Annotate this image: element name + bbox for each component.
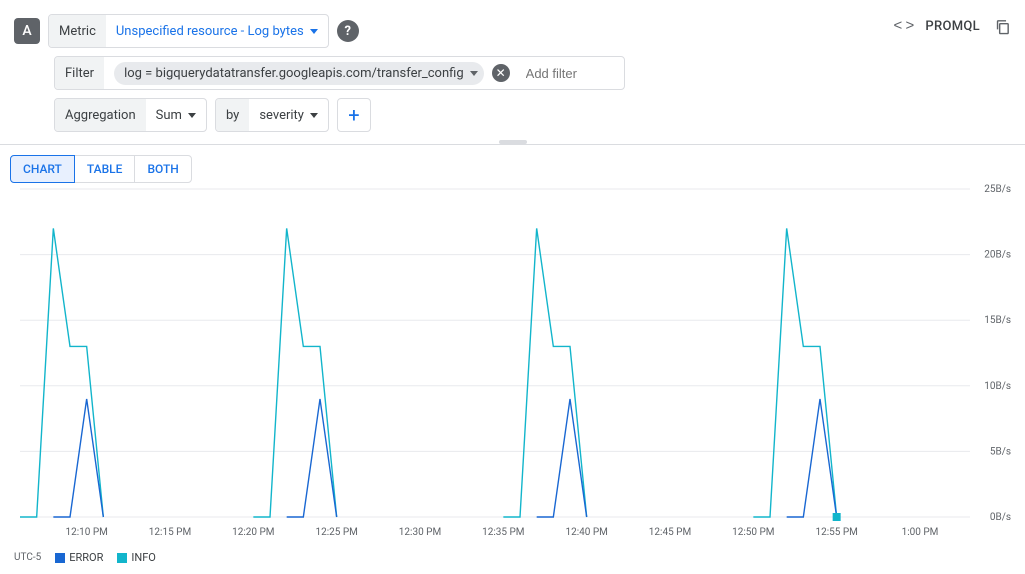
legend: UTC-5 ERROR INFO xyxy=(10,547,1015,564)
filter-chip[interactable]: log = bigquerydatatransfer.googleapis.co… xyxy=(114,62,484,85)
add-aggregation-button[interactable]: + xyxy=(337,98,371,132)
legend-error[interactable]: ERROR xyxy=(55,551,103,564)
copy-icon[interactable] xyxy=(994,18,1011,35)
aggregation-by[interactable]: severity xyxy=(249,99,328,131)
svg-text:12:40 PM: 12:40 PM xyxy=(565,527,607,538)
svg-text:12:45 PM: 12:45 PM xyxy=(649,527,691,538)
legend-swatch-error xyxy=(55,553,65,563)
svg-text:12:35 PM: 12:35 PM xyxy=(482,527,524,538)
caret-down-icon xyxy=(188,113,196,118)
series-badge: A xyxy=(14,18,40,44)
caret-down-icon xyxy=(470,71,478,76)
legend-swatch-info xyxy=(117,553,127,563)
svg-text:10B/s: 10B/s xyxy=(984,381,1011,392)
legend-info-label: INFO xyxy=(131,551,156,564)
tab-chart[interactable]: CHART xyxy=(10,155,75,183)
filter-label: Filter xyxy=(55,57,104,89)
tab-table[interactable]: TABLE xyxy=(74,155,136,183)
svg-text:12:55 PM: 12:55 PM xyxy=(815,527,857,538)
svg-text:12:50 PM: 12:50 PM xyxy=(732,527,774,538)
caret-down-icon xyxy=(310,29,318,34)
timezone-label: UTC-5 xyxy=(14,552,41,563)
add-filter-input[interactable] xyxy=(518,66,608,81)
by-label: by xyxy=(216,99,249,131)
legend-error-label: ERROR xyxy=(69,551,103,564)
metric-selector[interactable]: Metric Unspecified resource - Log bytes xyxy=(48,14,329,48)
svg-text:20B/s: 20B/s xyxy=(984,250,1011,261)
svg-text:12:20 PM: 12:20 PM xyxy=(232,527,274,538)
aggregation-by-text: severity xyxy=(259,108,304,123)
filter-bar: Filter log = bigquerydatatransfer.google… xyxy=(54,56,625,90)
line-chart[interactable]: 0B/s 5B/s 10B/s 15B/s 20B/s 25B/s 12:10 PM 12:1… xyxy=(10,183,1015,543)
aggregation-func-text: Sum xyxy=(156,108,182,123)
help-icon[interactable]: ? xyxy=(337,20,359,42)
svg-text:12:10 PM: 12:10 PM xyxy=(65,527,107,538)
query-controls: A Metric Unspecified resource - Log byte… xyxy=(0,0,1025,136)
filter-chip-text: log = bigquerydatatransfer.googleapis.co… xyxy=(124,66,464,81)
aggregation-func[interactable]: Sum xyxy=(146,99,206,131)
remove-filter-icon[interactable]: ✕ xyxy=(492,64,510,82)
code-icon: < > xyxy=(893,18,911,35)
svg-text:1:00 PM: 1:00 PM xyxy=(902,527,939,538)
svg-text:0B/s: 0B/s xyxy=(990,512,1011,523)
caret-down-icon xyxy=(310,113,318,118)
chart-area: 0B/s 5B/s 10B/s 15B/s 20B/s 25B/s 12:10 PM 12:1… xyxy=(10,183,1015,564)
tab-both[interactable]: BOTH xyxy=(134,155,191,183)
view-tabs: CHART TABLE BOTH xyxy=(10,155,1025,183)
svg-text:12:25 PM: 12:25 PM xyxy=(315,527,357,538)
metric-label: Metric xyxy=(49,15,106,47)
aggregation-func-selector[interactable]: Aggregation Sum xyxy=(54,98,207,132)
aggregation-label: Aggregation xyxy=(55,99,146,131)
svg-text:12:30 PM: 12:30 PM xyxy=(399,527,441,538)
svg-text:12:15 PM: 12:15 PM xyxy=(149,527,191,538)
svg-text:5B/s: 5B/s xyxy=(990,446,1011,457)
metric-value[interactable]: Unspecified resource - Log bytes xyxy=(106,15,328,47)
svg-text:15B/s: 15B/s xyxy=(984,315,1011,326)
legend-info[interactable]: INFO xyxy=(117,551,156,564)
svg-text:25B/s: 25B/s xyxy=(984,184,1011,195)
aggregation-by-selector[interactable]: by severity xyxy=(215,98,329,132)
promql-button[interactable]: PROMQL xyxy=(925,19,980,34)
metric-value-text: Unspecified resource - Log bytes xyxy=(116,24,304,39)
